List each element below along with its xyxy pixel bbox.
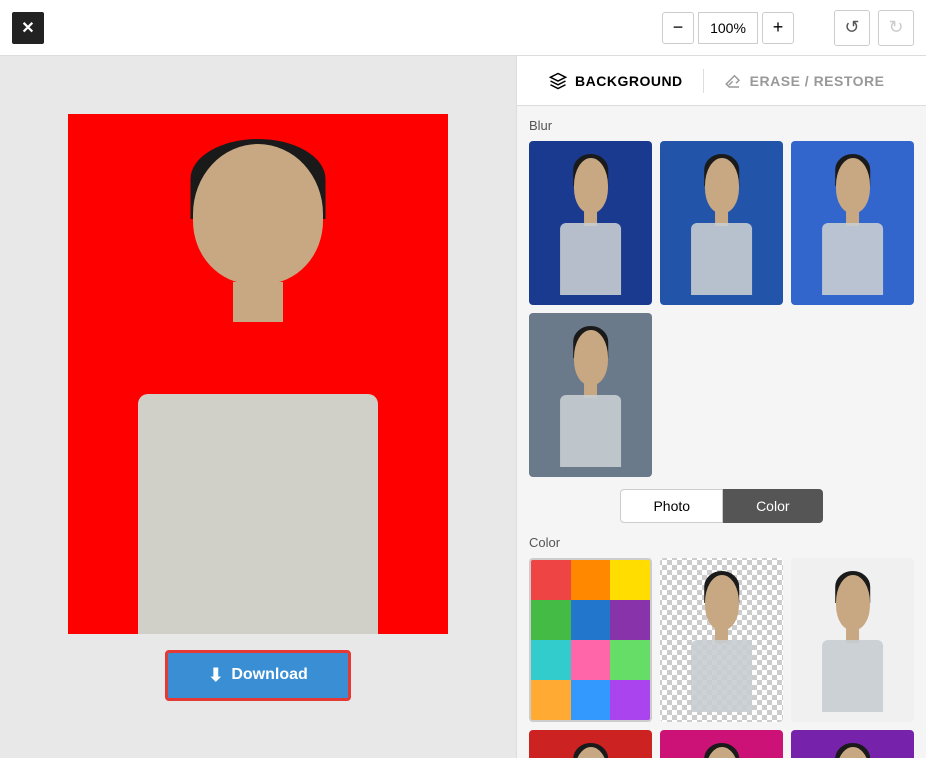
download-label: Download bbox=[231, 666, 307, 684]
color-label: Color bbox=[529, 535, 914, 550]
zoom-plus-icon: + bbox=[773, 17, 784, 38]
blur-thumbnails-row bbox=[529, 141, 914, 305]
main-content: ⬇ Download BACKGROUND ERA bbox=[0, 56, 926, 758]
undo-icon: ↺ bbox=[844, 17, 859, 38]
redo-button[interactable]: ↻ bbox=[878, 10, 914, 46]
tab-background-label: BACKGROUND bbox=[575, 73, 683, 89]
color-thumb-red[interactable] bbox=[529, 730, 652, 758]
left-panel: ⬇ Download bbox=[0, 56, 516, 758]
color-thumbnails-row-2 bbox=[529, 730, 914, 758]
sub-tabs: Photo Color bbox=[529, 489, 914, 523]
download-icon: ⬇ bbox=[208, 665, 223, 686]
close-icon: ✕ bbox=[21, 18, 34, 38]
tab-erase-restore-label: ERASE / RESTORE bbox=[750, 73, 885, 89]
person-neck bbox=[233, 282, 283, 322]
download-button[interactable]: ⬇ Download bbox=[165, 650, 351, 701]
person-body bbox=[138, 394, 378, 634]
zoom-controls: − 100% + bbox=[662, 12, 794, 44]
undo-button[interactable]: ↺ bbox=[834, 10, 870, 46]
download-btn-container: ⬇ Download bbox=[165, 650, 351, 701]
person-head bbox=[193, 144, 323, 284]
zoom-out-button[interactable]: − bbox=[662, 12, 694, 44]
photo-container bbox=[68, 114, 448, 634]
right-panel: BACKGROUND ERASE / RESTORE Blur bbox=[516, 56, 926, 758]
close-button[interactable]: ✕ bbox=[12, 12, 44, 44]
right-content: Blur bbox=[517, 106, 926, 758]
color-thumb-white[interactable] bbox=[791, 558, 914, 722]
blur-label: Blur bbox=[529, 118, 914, 133]
color-thumbnails-row-1 bbox=[529, 558, 914, 722]
layers-icon bbox=[549, 72, 567, 90]
blur-thumb-4[interactable] bbox=[529, 313, 652, 477]
zoom-value-display: 100% bbox=[698, 12, 758, 44]
right-tabs: BACKGROUND ERASE / RESTORE bbox=[517, 56, 926, 106]
zoom-in-button[interactable]: + bbox=[762, 12, 794, 44]
sub-tab-photo[interactable]: Photo bbox=[620, 489, 723, 523]
color-thumb-purple[interactable] bbox=[791, 730, 914, 758]
color-thumb-magenta[interactable] bbox=[660, 730, 783, 758]
top-bar: ✕ − 100% + ↺ ↻ bbox=[0, 0, 926, 56]
redo-icon: ↻ bbox=[888, 17, 903, 38]
photo-canvas bbox=[68, 114, 448, 634]
tab-erase-restore[interactable]: ERASE / RESTORE bbox=[708, 64, 901, 98]
zoom-minus-icon: − bbox=[673, 17, 684, 38]
sub-tab-color[interactable]: Color bbox=[723, 489, 822, 523]
blur-thumb-1[interactable] bbox=[529, 141, 652, 305]
tab-background[interactable]: BACKGROUND bbox=[533, 64, 699, 98]
color-palette-thumb[interactable] bbox=[529, 558, 652, 722]
tab-separator bbox=[703, 69, 704, 93]
blur-thumb-2[interactable] bbox=[660, 141, 783, 305]
color-thumb-transparent[interactable] bbox=[660, 558, 783, 722]
blur-thumbnails-row-2 bbox=[529, 313, 914, 477]
eraser-icon bbox=[724, 72, 742, 90]
blur-thumb-3[interactable] bbox=[791, 141, 914, 305]
